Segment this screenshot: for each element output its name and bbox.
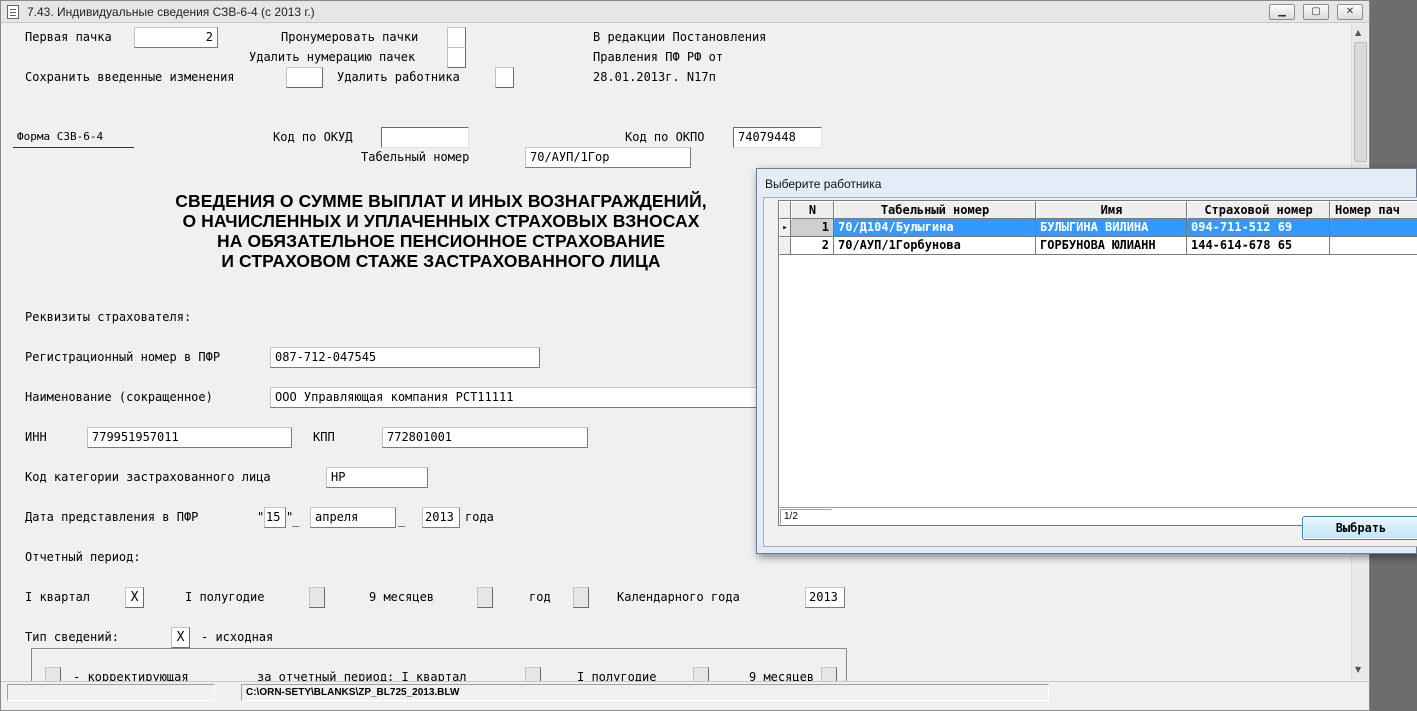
company-name-input[interactable]: ООО Управляющая компания РСТ11111 (270, 387, 758, 408)
table-row[interactable]: ▸ 1 70/Д104/Булыгина БУЛЫГИНА ВИЛИНА 094… (779, 219, 1417, 237)
record-counter: 1/2 (780, 509, 832, 525)
form-icon (7, 5, 19, 19)
m9-checkbox[interactable] (477, 587, 493, 608)
year-label: год (529, 590, 551, 604)
row-cell-n[interactable]: 2 (791, 237, 834, 255)
reporting-period-label: Отчетный период: (25, 550, 141, 564)
row-cell-name[interactable]: БУЛЫГИНА ВИЛИНА (1036, 219, 1187, 237)
date-underscore-1: _ (292, 513, 300, 527)
col-header-name[interactable]: Имя (1036, 201, 1187, 219)
col-header-snils[interactable]: Страховой номер (1187, 201, 1330, 219)
insurer-section-label: Реквизиты страхователя: (25, 310, 192, 324)
q1-checkbox[interactable]: X (125, 587, 144, 608)
inn-input[interactable]: 779951957011 (87, 427, 292, 448)
grid-corner (779, 201, 791, 219)
window-title: 7.43. Индивидуальные сведения СЗВ-6-4 (с… (27, 5, 315, 19)
row-cell-name[interactable]: ГОРБУНОВА ЮЛИАНН (1036, 237, 1187, 255)
reg-number-label: Регистрационный номер в ПФР (25, 350, 221, 364)
first-pack-label: Первая пачка (25, 30, 112, 44)
form-heading-line-2: О НАЧИСЛЕННЫХ И УПЛАЧЕННЫХ СТРАХОВЫХ ВЗН… (182, 211, 700, 231)
form-name-underline (13, 147, 134, 148)
status-cell-empty (7, 684, 215, 701)
edition-line-2: Правления ПФ РФ от (593, 50, 724, 64)
grid-header-row: N Табельный номер Имя Страховой номер Но… (779, 201, 1417, 219)
info-type-initial-checkbox[interactable]: X (171, 627, 190, 648)
status-file-path: C:\ORN-SETY\BLANKS\ZP_BL725_2013.BLW (241, 684, 1049, 701)
okpo-label: Код по ОКПО (625, 130, 705, 144)
kpp-label: КПП (313, 430, 335, 444)
scroll-thumb[interactable] (1354, 42, 1367, 162)
grid-footer-separator (779, 507, 1417, 508)
title-bar: 7.43. Индивидуальные сведения СЗВ-6-4 (с… (1, 1, 1369, 23)
row-cell-pack[interactable] (1330, 237, 1417, 255)
remove-numbering-checkbox[interactable] (447, 47, 466, 68)
okud-input[interactable] (381, 127, 469, 148)
submission-day-input[interactable]: 15 (264, 507, 286, 528)
form-name: Форма СЗВ-6-4 (17, 130, 104, 143)
first-pack-input[interactable]: 2 (134, 27, 218, 48)
q1-label: I квартал (25, 590, 91, 604)
info-type-initial-label: - исходная (201, 630, 274, 644)
select-button[interactable]: Выбрать (1302, 516, 1417, 540)
save-changes-label: Сохранить введенные изменения (25, 70, 235, 84)
col-header-n[interactable]: N (791, 201, 834, 219)
h1-label: I полугодие (185, 590, 265, 604)
date-underscore-2: _ (398, 513, 406, 527)
row-marker-icon: ▸ (779, 219, 791, 237)
row-cell-tab[interactable]: 70/Д104/Булыгина (834, 219, 1036, 237)
year-suffix-label: года (465, 510, 494, 524)
reg-number-input[interactable]: 087-712-047545 (270, 347, 540, 368)
delete-employee-checkbox[interactable] (495, 67, 514, 88)
form-heading-line-4: И СТРАХОВОМ СТАЖЕ ЗАСТРАХОВАННОГО ЛИЦА (221, 251, 661, 271)
kpp-input[interactable]: 772801001 (382, 427, 588, 448)
m9-label: 9 месяцев (369, 590, 435, 604)
category-input[interactable]: НР (326, 467, 428, 488)
row-cell-pack[interactable] (1330, 219, 1417, 237)
delete-employee-label: Удалить работника (337, 70, 460, 84)
submission-year-input[interactable]: 2013 (422, 507, 460, 528)
row-cell-snils[interactable]: 094-711-512 69 (1187, 219, 1330, 237)
row-cell-snils[interactable]: 144-614-678 65 (1187, 237, 1330, 255)
tab-number-label: Табельный номер (361, 150, 470, 164)
edition-line-1: В редакции Постановления (593, 30, 767, 44)
h1-checkbox[interactable] (309, 587, 325, 608)
minimize-button[interactable]: ▁ (1269, 4, 1295, 20)
row-cell-n[interactable]: 1 (791, 219, 834, 237)
status-bar: C:\ORN-SETY\BLANKS\ZP_BL725_2013.BLW (1, 681, 1369, 701)
dialog-client: N Табельный номер Имя Страховой номер Но… (763, 197, 1417, 547)
col-header-tab[interactable]: Табельный номер (834, 201, 1036, 219)
calendar-year-label: Календарного года (617, 590, 740, 604)
dialog-title: Выберите работника (765, 177, 882, 191)
submission-month-input[interactable]: апреля (310, 507, 396, 528)
select-employee-dialog: Выберите работника N Табельный номер Имя… (756, 168, 1417, 554)
maximize-button[interactable]: ▢ (1303, 4, 1329, 20)
inn-label: ИНН (25, 430, 47, 444)
close-button[interactable]: ✕ (1337, 4, 1363, 20)
okud-label: Код по ОКУД (273, 130, 353, 144)
number-packs-label: Пронумеровать пачки (281, 30, 419, 44)
col-header-pack[interactable]: Номер пач (1330, 201, 1417, 219)
form-heading-line-3: НА ОБЯЗАТЕЛЬНОЕ ПЕНСИОННОЕ СТРАХОВАНИЕ (217, 231, 665, 251)
category-label: Код категории застрахованного лица (25, 470, 271, 484)
year-checkbox[interactable] (573, 587, 589, 608)
save-changes-checkbox[interactable] (286, 67, 323, 88)
row-header (779, 237, 791, 255)
employee-grid[interactable]: N Табельный номер Имя Страховой номер Но… (778, 200, 1417, 526)
row-cell-tab[interactable]: 70/АУП/1Горбунова (834, 237, 1036, 255)
table-row[interactable]: 2 70/АУП/1Горбунова ГОРБУНОВА ЮЛИАНН 144… (779, 237, 1417, 255)
scroll-up-icon[interactable]: ▲ (1355, 28, 1361, 37)
info-type-label: Тип сведений: (25, 630, 119, 644)
tab-number-input[interactable]: 70/АУП/1Гор (525, 147, 691, 168)
scroll-down-icon[interactable]: ▼ (1355, 665, 1361, 674)
remove-numbering-label: Удалить нумерацию пачек (249, 50, 416, 64)
submission-date-label: Дата представления в ПФР (25, 510, 199, 524)
company-name-label: Наименование (сокращенное) (25, 390, 213, 404)
okpo-input[interactable]: 74079448 (733, 127, 822, 148)
number-packs-checkbox[interactable] (447, 27, 466, 48)
form-heading-line-1: СВЕДЕНИЯ О СУММЕ ВЫПЛАТ И ИНЫХ ВОЗНАГРАЖ… (175, 191, 707, 211)
calendar-year-input[interactable]: 2013 (805, 587, 845, 608)
edition-line-3: 28.01.2013г. N17п (593, 70, 716, 84)
